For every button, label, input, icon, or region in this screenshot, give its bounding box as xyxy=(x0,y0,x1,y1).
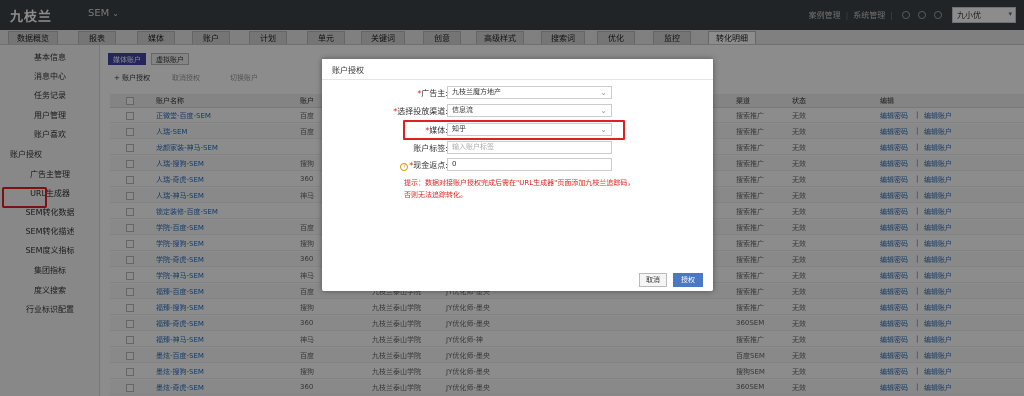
modal-title: 账户授权 xyxy=(332,66,364,75)
advertiser-value: 九枝兰魔方地产 xyxy=(452,88,501,96)
rebate-label-text: 现金返点: xyxy=(413,161,448,170)
authorize-button[interactable]: 授权 xyxy=(673,273,703,287)
advertiser-label-text: 广告主: xyxy=(421,89,448,98)
hint-text: 提示：数据对接账户授权完成后需在"URL生成器"页面添加九枝兰追踪码，否则无法追… xyxy=(404,179,635,199)
rebate-label: ? *现金返点: xyxy=(400,160,448,171)
question-icon[interactable]: ? xyxy=(400,163,409,171)
channel-label-text: 选择投放渠道: xyxy=(397,107,448,116)
account-auth-modal: 账户授权 *广告主: 九枝兰魔方地产 ⌄ *选择投放渠道: 信息流 ⌄ *媒体: 知… xyxy=(322,59,713,291)
advertiser-select[interactable]: 九枝兰魔方地产 ⌄ xyxy=(447,86,612,99)
channel-label: *选择投放渠道: xyxy=(393,106,448,117)
channel-value: 信息流 xyxy=(452,106,473,114)
chevron-down-icon: ⌄ xyxy=(600,106,607,115)
modal-header: 账户授权 xyxy=(322,59,713,80)
advertiser-label: *广告主: xyxy=(417,88,448,99)
highlight-box xyxy=(403,120,625,140)
account-tag-label: 账户标签: xyxy=(413,144,448,153)
cancel-button[interactable]: 取消 xyxy=(639,273,667,287)
account-tag-input[interactable]: 输入账户标签 xyxy=(447,141,612,154)
chevron-down-icon: ⌄ xyxy=(600,88,607,97)
channel-select[interactable]: 信息流 ⌄ xyxy=(447,104,612,117)
rebate-input[interactable]: 0 xyxy=(447,158,612,171)
